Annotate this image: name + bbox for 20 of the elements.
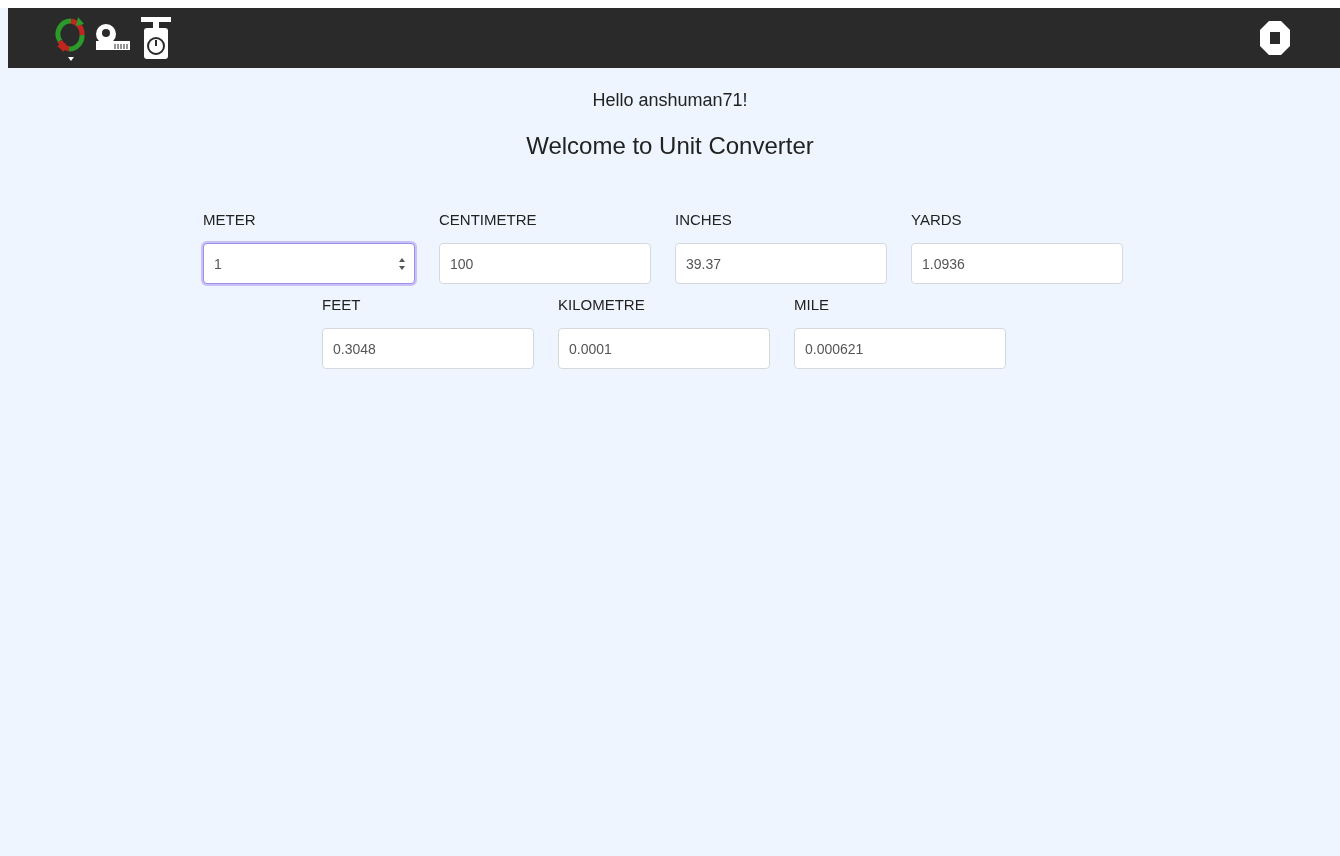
input-field[interactable]: 1.0936 [911, 243, 1123, 284]
tape-measure-icon[interactable] [95, 23, 131, 53]
field-label: INCHES [675, 211, 733, 229]
input-field[interactable]: 0.3048 [322, 328, 534, 369]
field-label: KILOMETRE [558, 296, 646, 314]
greeting-text: Hello anshuman71! [591, 90, 749, 112]
field-label: MILE [794, 296, 830, 314]
input-field[interactable]: 0.000621 [794, 328, 1006, 369]
field-label: METER [203, 211, 257, 229]
field-label: FEET [322, 296, 362, 314]
input-field[interactable]: 0.0001 [558, 328, 770, 369]
field-label: YARDS [911, 211, 963, 229]
input-field[interactable]: 100 [439, 243, 651, 284]
weighing-scale-icon[interactable] [139, 14, 173, 62]
spinner-icon[interactable] [398, 257, 406, 271]
field-label: CENTIMETRE [439, 211, 538, 229]
input-field[interactable]: 1 [203, 243, 415, 284]
page-title: Welcome to Unit Converter [525, 132, 815, 161]
input-field[interactable]: 39.37 [675, 243, 887, 284]
octagon-icon[interactable] [1260, 21, 1290, 55]
